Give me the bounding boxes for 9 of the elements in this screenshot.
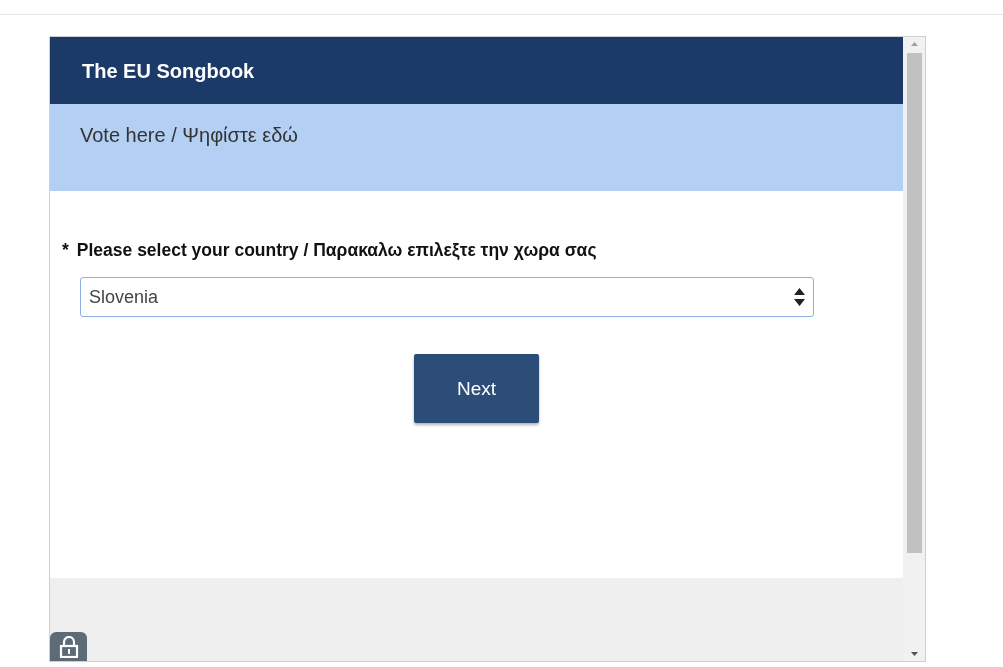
survey-subtitle: Vote here / Ψηφίστε εδώ — [80, 124, 298, 146]
country-select[interactable]: Slovenia — [80, 277, 814, 318]
next-button[interactable]: Next — [414, 354, 539, 424]
scrollbar-thumb[interactable] — [906, 53, 922, 553]
required-mark: * — [62, 239, 69, 262]
question-label: Please select your country / Παρακαλω επιλεξτε την χωρα σας — [76, 239, 597, 262]
survey-title: The EU Songbook — [50, 37, 903, 104]
lock-icon[interactable] — [50, 632, 87, 661]
sort-arrows-icon — [794, 288, 805, 307]
